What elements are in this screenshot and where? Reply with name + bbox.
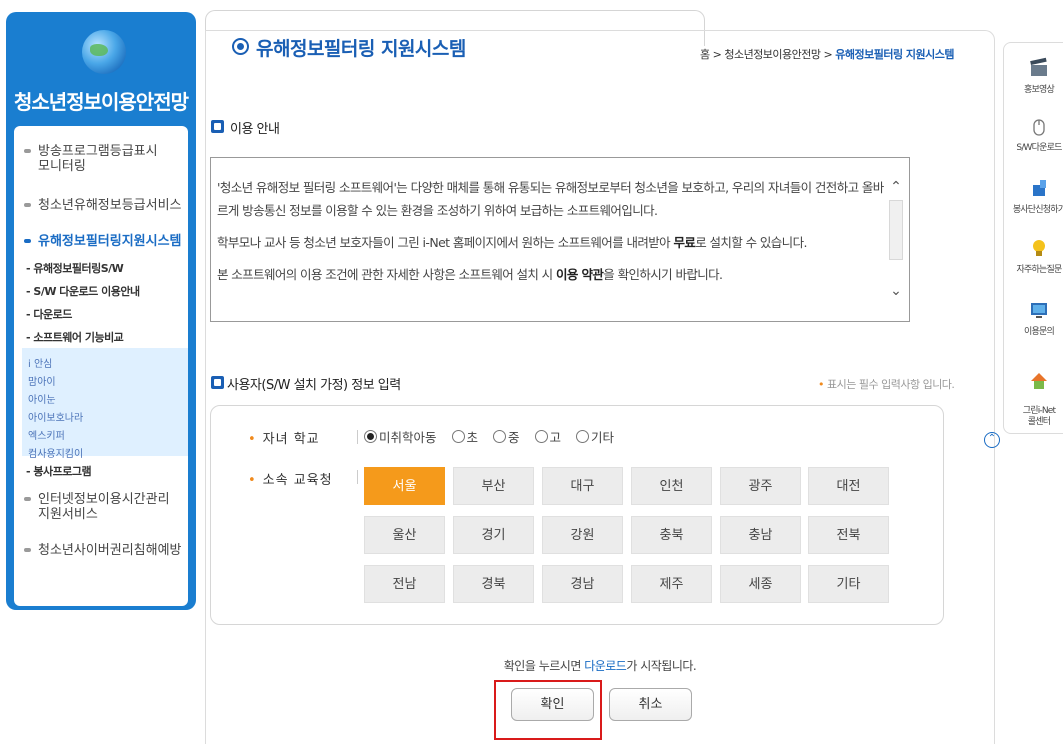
mouse-icon	[1033, 119, 1045, 136]
divider	[357, 470, 358, 484]
usage-paragraph-3: 본 소프트웨어의 이용 조건에 관한 자세한 사항은 소프트웨어 설치 시 이용…	[217, 267, 723, 282]
sidebar: 청소년정보이용안전망 방송프로그램등급표시 모니터링 청소년유해정보등급서비스 …	[6, 12, 196, 610]
subsub-item[interactable]: 엑스키퍼	[28, 427, 65, 442]
sidebar-item-label: 청소년사이버권리침해예방	[38, 543, 182, 558]
region-button[interactable]: 기타	[808, 565, 889, 603]
form-heading: 사용자(S/W 설치 가정) 정보 입력	[227, 378, 401, 393]
radio-middle[interactable]: 중	[493, 427, 520, 446]
breadcrumb-path[interactable]: 홈 > 청소년정보이용안전망 >	[700, 48, 835, 61]
scroll-up-icon[interactable]: ⌃	[889, 180, 903, 194]
sidebar-item-rating-service[interactable]: 청소년유해정보등급서비스	[22, 198, 182, 213]
quick-item-promo-video[interactable]: 홍보영상	[1004, 57, 1063, 95]
sidebar-menu: 방송프로그램등급표시 모니터링 청소년유해정보등급서비스 유해정보필터링지원시스…	[14, 126, 188, 606]
submenu-feature-compare[interactable]: - 소프트웨어 기능비교	[26, 329, 124, 345]
school-radio-group: 미취학아동 초 중 고 기타	[364, 427, 625, 446]
quick-item-callcenter[interactable]: 그린i-Net 콜센터	[1004, 359, 1063, 428]
bullet-icon	[24, 239, 31, 243]
region-button[interactable]: 경남	[542, 565, 623, 603]
monitor-icon	[1031, 303, 1047, 318]
download-notice: 확인을 누르시면 다운로드가 시작됩니다.	[503, 659, 697, 673]
subsub-item[interactable]: 맘아이	[28, 373, 56, 388]
region-button[interactable]: 제주	[631, 565, 712, 603]
radio-high[interactable]: 고	[534, 427, 561, 446]
sidebar-item-label: 청소년유해정보등급서비스	[38, 198, 182, 213]
sidebar-title: 청소년정보이용안전망	[14, 90, 189, 114]
sidebar-item-label: 유해정보필터링지원시스템	[38, 234, 182, 249]
clapperboard-icon	[1030, 57, 1047, 76]
lightbulb-icon	[1033, 240, 1045, 256]
subsub-item[interactable]: i 안심	[28, 355, 52, 370]
region-button[interactable]: 서울	[364, 467, 445, 505]
sidebar-item-cyber-rights[interactable]: 청소년사이버권리침해예방	[22, 543, 182, 558]
quick-menu: 홍보영상 S/W다운로드 봉사단신청하기 자주하는질문 이용문의 그린i-Net…	[1003, 42, 1063, 434]
usage-info-box[interactable]: '청소년 유해정보 필터링 소프트웨어'는 다양한 매체를 통해 유통되는 유해…	[210, 157, 910, 322]
region-button[interactable]: 충북	[631, 516, 712, 554]
bullet-icon	[24, 548, 31, 552]
region-button[interactable]: 경북	[453, 565, 534, 603]
quick-item-inquiry[interactable]: 이용문의	[1004, 299, 1063, 337]
subsub-item[interactable]: 컴사용지킴이	[28, 445, 83, 460]
scroll-top-icon[interactable]: ⌃	[984, 432, 1000, 448]
section-icon	[211, 376, 224, 389]
house-icon	[1031, 373, 1047, 389]
submenu-download-guide[interactable]: - S/W 다운로드 이용안내	[26, 283, 140, 299]
submenu-volunteer[interactable]: - 봉사프로그램	[26, 463, 92, 479]
subsub-item[interactable]: 아이눈	[28, 391, 56, 406]
bullet-icon	[24, 203, 31, 207]
quick-item-sw-download[interactable]: S/W다운로드	[1004, 115, 1063, 153]
region-button[interactable]: 세종	[720, 565, 801, 603]
scrollbar[interactable]	[889, 200, 903, 260]
radio-elementary[interactable]: 초	[451, 427, 478, 446]
region-button[interactable]: 대구	[542, 467, 623, 505]
breadcrumb-current: 유해정보필터링 지원시스템	[835, 48, 955, 61]
region-button[interactable]: 광주	[720, 467, 801, 505]
usage-paragraph-2: 학부모나 교사 등 청소년 보호자들이 그린 i-Net 홈페이지에서 원하는 …	[217, 235, 807, 250]
office-label: • 소속 교육청	[248, 473, 333, 488]
sidebar-item-broadcast-monitoring[interactable]: 방송프로그램등급표시 모니터링	[22, 144, 182, 174]
breadcrumb: 홈 > 청소년정보이용안전망 > 유해정보필터링 지원시스템	[700, 46, 955, 62]
usage-paragraph-1: '청소년 유해정보 필터링 소프트웨어'는 다양한 매체를 통해 유통되는 유해…	[217, 180, 884, 218]
confirm-button[interactable]: 확인	[511, 688, 594, 721]
region-button[interactable]: 울산	[364, 516, 445, 554]
page-title: 유해정보필터링 지원시스템	[256, 38, 466, 60]
target-icon	[232, 38, 249, 55]
usage-text: '청소년 유해정보 필터링 소프트웨어'는 다양한 매체를 통해 유통되는 유해…	[217, 176, 889, 295]
cancel-button[interactable]: 취소	[609, 688, 692, 721]
submenu-download[interactable]: - 다운로드	[26, 306, 72, 322]
region-button[interactable]: 경기	[453, 516, 534, 554]
quick-item-faq[interactable]: 자주하는질문	[1004, 237, 1063, 275]
sidebar-item-time-management[interactable]: 인터넷정보이용시간관리 지원서비스	[22, 492, 182, 522]
sidebar-item-label: 방송프로그램등급표시 모니터링	[38, 144, 158, 174]
sidebar-item-filtering-system[interactable]: 유해정보필터링지원시스템	[22, 234, 182, 249]
region-button[interactable]: 전남	[364, 565, 445, 603]
region-button[interactable]: 강원	[542, 516, 623, 554]
region-button[interactable]: 전북	[808, 516, 889, 554]
region-button[interactable]: 인천	[631, 467, 712, 505]
submenu-filtering-sw[interactable]: - 유해정보필터링S/W	[26, 260, 124, 276]
subsub-item[interactable]: 아이보호나라	[28, 409, 83, 424]
radio-preschool[interactable]: 미취학아동	[364, 427, 437, 446]
bullet-icon	[24, 497, 31, 501]
section-icon	[211, 120, 224, 133]
region-button[interactable]: 부산	[453, 467, 534, 505]
radio-other[interactable]: 기타	[576, 427, 614, 446]
region-button[interactable]: 충남	[720, 516, 801, 554]
required-note: • 표시는 필수 입력사항 입니다.	[818, 378, 955, 391]
school-label: • 자녀 학교	[248, 432, 320, 447]
cube-icon	[1033, 180, 1046, 196]
globe-icon	[82, 30, 126, 74]
divider	[357, 430, 358, 444]
sidebar-item-label: 인터넷정보이용시간관리 지원서비스	[38, 492, 170, 522]
scroll-down-icon[interactable]: ⌄	[889, 284, 903, 298]
region-button[interactable]: 대전	[808, 467, 889, 505]
usage-heading: 이용 안내	[230, 122, 280, 137]
bullet-icon	[24, 149, 31, 153]
quick-item-volunteer[interactable]: 봉사단신청하기	[1004, 177, 1063, 215]
